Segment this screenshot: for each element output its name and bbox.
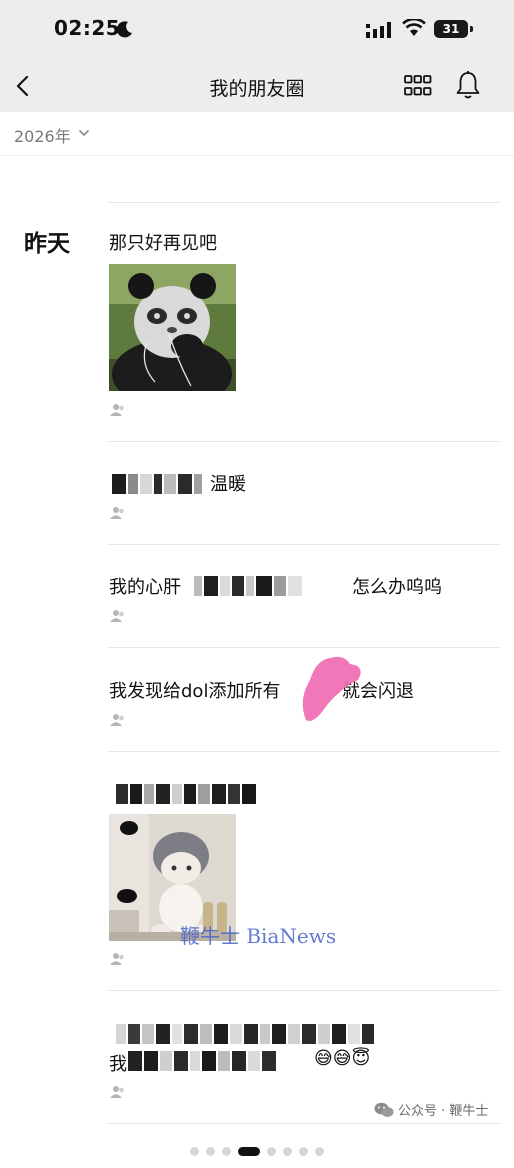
page-dot [267, 1147, 276, 1156]
battery-indicator: 31 [434, 20, 468, 38]
privacy-person-icon [110, 714, 124, 726]
panda-cat-image [109, 264, 236, 391]
page-dot [222, 1147, 231, 1156]
status-bar: 02:25 31 [0, 0, 514, 60]
page-dot [206, 1147, 215, 1156]
divider [108, 202, 500, 203]
moon-icon [116, 21, 132, 38]
page-dot-active [238, 1147, 260, 1156]
post-text-prefix[interactable]: 我发现给dol添加所有 [109, 677, 280, 703]
year-filter[interactable]: 2026年 [0, 112, 514, 156]
privacy-person-icon [110, 1086, 124, 1098]
blurred-text [194, 576, 302, 596]
page-dot [315, 1147, 324, 1156]
divider [108, 1123, 500, 1124]
emoji: 😇 [351, 1048, 371, 1069]
privacy-person-icon [110, 610, 124, 622]
bianews-watermark: 鞭牛士 BiaNews [180, 924, 337, 948]
divider [108, 647, 500, 648]
post-text-prefix[interactable]: 我 [109, 1050, 127, 1076]
signal-icon [366, 22, 391, 38]
year-filter-label: 2026年 [14, 127, 71, 146]
emoji: 😅 [314, 1048, 333, 1069]
post-text[interactable]: 那只好再见吧 [109, 229, 217, 255]
page-dot [190, 1147, 199, 1156]
divider [108, 544, 500, 545]
page-dot [299, 1147, 308, 1156]
privacy-person-icon [110, 953, 124, 965]
chevron-down-icon [78, 129, 90, 137]
wechat-icon [374, 1102, 394, 1117]
blurred-text [116, 1024, 374, 1044]
page-title: 我的朋友圈 [209, 78, 305, 100]
page-indicator [0, 1147, 514, 1156]
post-photo-panda[interactable] [109, 264, 236, 391]
battery-tip [470, 26, 473, 32]
divider [108, 990, 500, 991]
post-text[interactable]: 温暖 [210, 470, 246, 496]
pink-scribble-redaction [302, 656, 361, 721]
wechat-account-watermark: 公众号 · 鞭牛士 [374, 1100, 488, 1119]
wechat-account-text: 公众号 · 鞭牛士 [398, 1104, 489, 1119]
emoji: 😅 [332, 1048, 352, 1069]
privacy-person-icon [110, 404, 124, 416]
post-text-prefix[interactable]: 我的心肝 [109, 573, 181, 599]
bell-icon[interactable] [454, 70, 482, 100]
post-emoji: 😅😅😇 [314, 1048, 370, 1069]
grid-icon[interactable] [404, 74, 432, 98]
status-time: 02:25 [54, 16, 121, 40]
wifi-icon [402, 19, 426, 36]
divider [108, 441, 500, 442]
divider [108, 751, 500, 752]
page-dot [283, 1147, 292, 1156]
blurred-text [116, 784, 256, 804]
blurred-text [128, 1051, 276, 1071]
day-label: 昨天 [24, 231, 70, 257]
privacy-person-icon [110, 507, 124, 519]
blurred-text [112, 474, 202, 494]
post-text-suffix[interactable]: 怎么办呜呜 [352, 573, 442, 599]
nav-bar: 我的朋友圈 [0, 60, 514, 112]
